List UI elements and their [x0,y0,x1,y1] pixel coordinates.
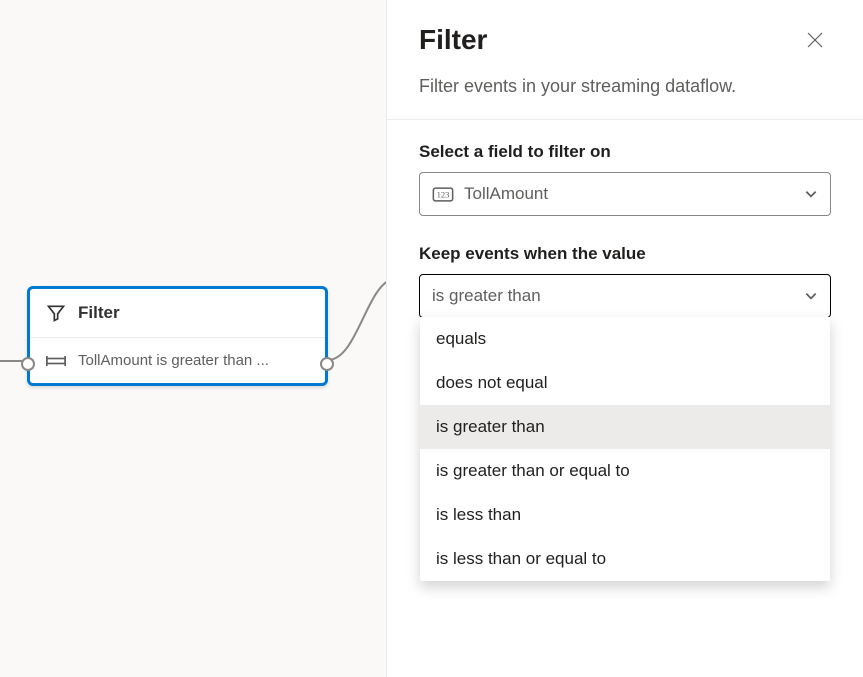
close-icon [807,32,823,48]
dataflow-canvas[interactable]: Filter TollAmount is greater than ... [0,0,386,677]
chevron-down-icon [804,289,818,303]
condition-option-less-than[interactable]: is less than [420,493,830,537]
panel-title: Filter [419,24,487,56]
operator-icon [46,355,66,367]
funnel-icon [46,303,66,323]
filter-node-body: TollAmount is greater than ... [30,337,325,383]
close-button[interactable] [799,24,831,56]
filter-node-title: Filter [78,303,120,323]
condition-select-label: Keep events when the value [419,244,831,264]
condition-option-greater-equal[interactable]: is greater than or equal to [420,449,830,493]
chevron-down-icon [804,187,818,201]
condition-option-less-equal[interactable]: is less than or equal to [420,537,830,581]
filter-node-header: Filter [30,289,325,337]
connector-curve [326,280,390,460]
output-port[interactable] [320,357,334,371]
condition-select[interactable]: is greater than equals does not equal is… [419,274,831,318]
field-select-label: Select a field to filter on [419,142,831,162]
condition-dropdown: equals does not equal is greater than is… [420,317,830,581]
input-port[interactable] [21,357,35,371]
field-select[interactable]: 123 TollAmount [419,172,831,216]
panel-description: Filter events in your streaming dataflow… [419,76,831,97]
filter-config-panel: Filter Filter events in your streaming d… [386,0,863,677]
condition-option-equals[interactable]: equals [420,317,830,361]
panel-divider [387,119,863,120]
filter-node-summary: TollAmount is greater than ... [78,352,269,369]
condition-option-greater-than[interactable]: is greater than [420,405,830,449]
condition-select-value: is greater than [432,286,804,306]
filter-node[interactable]: Filter TollAmount is greater than ... [27,286,328,386]
condition-option-not-equal[interactable]: does not equal [420,361,830,405]
field-select-value: TollAmount [464,184,804,204]
number-type-icon: 123 [432,187,454,202]
svg-text:123: 123 [437,189,450,199]
